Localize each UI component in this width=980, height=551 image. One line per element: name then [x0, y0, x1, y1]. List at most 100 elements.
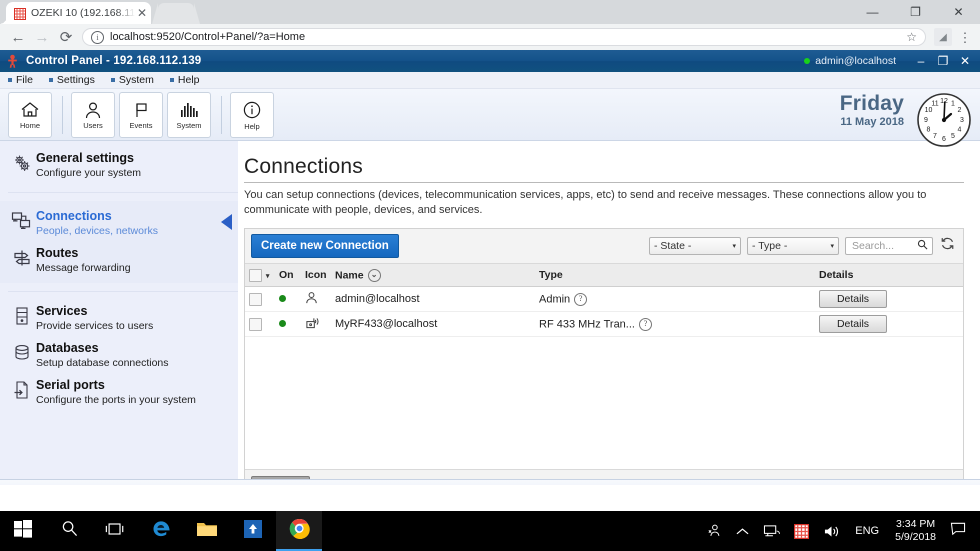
app-maximize-button[interactable]: ❐ [932, 51, 954, 71]
flag-icon [132, 101, 150, 119]
network-tray-icon[interactable] [756, 524, 787, 539]
type-filter-value: - Type - [752, 240, 788, 252]
row-name[interactable]: MyRF433@localhost [331, 311, 535, 337]
toolbar-button-events[interactable]: Events [119, 91, 163, 138]
row-checkbox-cell[interactable] [245, 311, 275, 337]
chrome-browser-window: OZEKI 10 (192.168.112.1 ✕ — ❐ ✕ ← → ⟳ i … [0, 0, 980, 485]
back-button[interactable]: ← [6, 25, 30, 49]
home-icon [20, 101, 40, 119]
menu-item-system[interactable]: System [110, 74, 154, 86]
edge-button[interactable] [138, 511, 184, 551]
create-new-connection-button[interactable]: Create new Connection [251, 234, 399, 258]
header-on[interactable]: On [275, 264, 301, 287]
extension-icon[interactable]: ◢ [934, 28, 952, 46]
refresh-icon[interactable] [940, 236, 955, 256]
address-bar[interactable]: i localhost:9520/Control+Panel/?a=Home ☆ [82, 28, 926, 46]
browser-tab[interactable]: OZEKI 10 (192.168.112.1 ✕ [0, 2, 151, 24]
sidebar-item-sub: Configure the ports in your system [36, 394, 196, 406]
sidebar-item-general-settings[interactable]: General settings Configure your system [0, 147, 238, 184]
search-box[interactable] [845, 237, 933, 255]
svg-text:7: 7 [933, 133, 937, 140]
chevron-down-icon[interactable]: ▾ [266, 273, 270, 280]
sidebar-item-text: Databases Setup database connections [36, 341, 232, 370]
close-icon[interactable]: ✕ [137, 7, 147, 19]
sidebar-item-sub: Setup database connections [36, 357, 169, 369]
details-button[interactable]: Details [819, 290, 887, 308]
menu-label: Help [177, 74, 200, 86]
chevron-up-icon[interactable] [729, 527, 756, 536]
browser-minimize-button[interactable]: — [851, 0, 894, 24]
task-view-button[interactable] [92, 511, 138, 551]
windows-clock[interactable]: 3:34 PM 5/9/2018 [887, 518, 944, 544]
file-explorer-icon [196, 520, 218, 543]
menu-item-help[interactable]: Help [169, 74, 200, 86]
search-icon[interactable] [917, 237, 928, 255]
app-close-button[interactable]: ✕ [954, 51, 976, 71]
serial-port-icon [8, 378, 36, 400]
toolbar-label: System [176, 121, 202, 130]
help-icon[interactable]: ? [574, 292, 588, 306]
sidebar-item-services[interactable]: Services Provide services to users [0, 300, 238, 337]
header-icon[interactable]: Icon [301, 264, 331, 287]
table-row[interactable]: admin@localhost Admin? Details [245, 286, 963, 312]
select-all-checkbox[interactable] [249, 268, 262, 282]
language-indicator[interactable]: ENG [847, 525, 887, 537]
file-explorer-button[interactable] [184, 511, 230, 551]
new-tab-button[interactable] [152, 3, 200, 24]
ozeki-grid-icon [14, 7, 26, 20]
menu-item-file[interactable]: File [8, 74, 33, 86]
type-filter-select[interactable]: - Type - ▾ [747, 237, 839, 255]
svg-text:1: 1 [951, 101, 955, 108]
menu-item-settings[interactable]: Settings [48, 74, 95, 86]
sidebar-item-text: Routes Message forwarding [36, 246, 232, 275]
current-user-label[interactable]: admin@localhost [815, 55, 896, 67]
search-input[interactable] [850, 239, 917, 253]
svg-text:3: 3 [960, 117, 964, 124]
sidebar-item-sub: Message forwarding [36, 262, 131, 274]
help-icon[interactable]: ? [638, 317, 652, 331]
row-checkbox[interactable] [249, 292, 262, 306]
store-button[interactable] [230, 511, 276, 551]
reload-button[interactable]: ⟳ [54, 25, 78, 49]
header-name[interactable]: Name ⌄ [331, 264, 535, 287]
toolbar-button-system[interactable]: System [167, 91, 211, 138]
server-icon [8, 304, 36, 326]
browser-close-button[interactable]: ✕ [937, 0, 980, 24]
header-details: Details [815, 264, 963, 287]
header-type[interactable]: Type [535, 264, 815, 287]
people-icon[interactable] [699, 523, 729, 539]
ozeki-tray-icon[interactable] [787, 523, 816, 539]
action-center-button[interactable] [944, 522, 976, 541]
browser-menu-icon[interactable]: ⋮ [956, 31, 974, 44]
table-row[interactable]: MyRF433@localhost RF 433 MHz Tran...? De… [245, 311, 963, 337]
menu-label: File [16, 74, 33, 86]
chrome-button[interactable] [276, 511, 322, 551]
app-minimize-button[interactable]: – [910, 51, 932, 71]
sidebar-divider [8, 192, 238, 193]
toolbar-label: Home [19, 121, 40, 130]
svg-text:8: 8 [927, 127, 931, 134]
volume-icon[interactable] [816, 524, 847, 539]
details-button[interactable]: Details [819, 315, 887, 333]
row-name[interactable]: admin@localhost [331, 286, 535, 312]
sidebar-item-connections[interactable]: Connections People, devices, networks [0, 205, 238, 242]
header-name-label: Name [335, 268, 364, 281]
site-info-icon[interactable]: i [91, 30, 104, 44]
sidebar-item-serial-ports[interactable]: Serial ports Configure the ports in your… [0, 374, 238, 411]
toolbar-button-home[interactable]: Home [8, 91, 52, 138]
toolbar-button-help[interactable]: Help [230, 91, 274, 138]
bookmark-star-icon[interactable]: ☆ [900, 30, 917, 44]
chrome-icon [289, 518, 310, 544]
gear-icon [8, 151, 36, 173]
windows-start-button[interactable] [0, 511, 46, 551]
sidebar-item-routes[interactable]: Routes Message forwarding [0, 242, 238, 279]
row-checkbox[interactable] [249, 317, 262, 331]
windows-search-button[interactable] [46, 511, 92, 551]
toolbar-button-users[interactable]: Users [71, 91, 115, 138]
browser-maximize-button[interactable]: ❐ [894, 0, 937, 24]
sidebar-item-databases[interactable]: Databases Setup database connections [0, 337, 238, 374]
state-filter-select[interactable]: - State - ▾ [649, 237, 741, 255]
row-checkbox-cell[interactable] [245, 286, 275, 312]
search-icon [61, 520, 78, 542]
header-select-all[interactable]: ▾ [245, 264, 275, 287]
